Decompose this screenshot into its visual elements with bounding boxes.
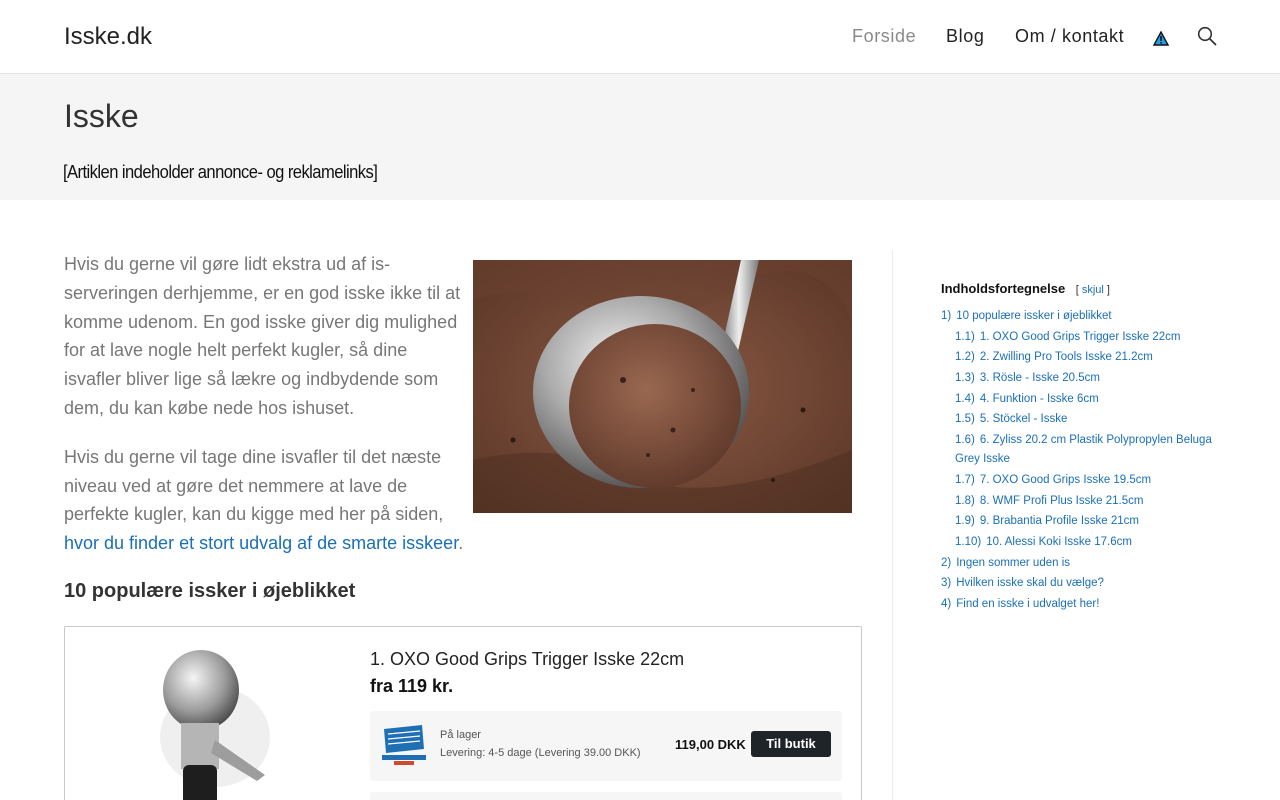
- toc-item-number: 1): [941, 310, 952, 322]
- toc-item-link[interactable]: 1. OXO Good Grips Trigger Isske 22cm: [980, 331, 1181, 343]
- toc-toggle-open: [: [1075, 284, 1079, 296]
- toc-item[interactable]: 1.3) 3. Rösle - Isske 20.5cm: [941, 369, 1221, 388]
- toc-item-number: 1.5): [955, 413, 975, 426]
- toc-item-link[interactable]: Hvilken isske skal du vælge?: [956, 577, 1104, 589]
- toc-item-link[interactable]: Find en isske i udvalget her!: [956, 598, 1099, 610]
- search-icon[interactable]: [1197, 26, 1217, 46]
- toc-item-number: 1.8): [955, 494, 975, 507]
- toc-item[interactable]: 1.9) 9. Brabantia Profile Isske 21cm: [941, 512, 1221, 531]
- toc-list: 1) 10 populære issker i øjeblikket 1.1) 1.…: [941, 307, 1221, 614]
- toc-item-number: 2): [941, 556, 952, 569]
- nav-item-blog[interactable]: Blog: [946, 26, 984, 47]
- toc-item-link[interactable]: 9. Brabantia Profile Isske 21cm: [980, 515, 1139, 527]
- toc-toggle-close: ]: [1106, 284, 1110, 296]
- offer-row: På lager Levering: 4-5 dage (Levering 39…: [370, 711, 842, 781]
- toc-item-number: 3): [941, 577, 952, 590]
- toc-item[interactable]: 1.4) 4. Funktion - Isske 6cm: [941, 390, 1221, 409]
- toc-item-link[interactable]: 3. Rösle - Isske 20.5cm: [980, 372, 1100, 384]
- toc-item[interactable]: 3) Hvilken isske skal du vælge?: [941, 574, 1221, 593]
- table-of-contents: Indholdsfortegnelse [ skjul ] 1) 10 popul…: [941, 280, 1221, 616]
- toc-item-link[interactable]: 8. WMF Profi Plus Isske 21.5cm: [980, 495, 1144, 507]
- toc-item-number: 1.9): [955, 515, 975, 528]
- toc-item[interactable]: 1.8) 8. WMF Profi Plus Isske 21.5cm: [941, 492, 1221, 511]
- toc-item[interactable]: 4) Find en isske i udvalget her!: [941, 595, 1221, 614]
- product-image[interactable]: [145, 645, 275, 800]
- toc-item-link[interactable]: 4. Funktion - Isske 6cm: [980, 393, 1099, 405]
- intro-paragraph-2-text: Hvis du gerne vil tage dine isvafler til…: [64, 446, 444, 525]
- offer-stock: På lager: [440, 729, 481, 741]
- product-name[interactable]: 1. OXO Good Grips Trigger Isske 22cm: [370, 649, 684, 670]
- intro-paragraph-2-end: .: [458, 533, 464, 554]
- toc-item-link[interactable]: 2. Zwilling Pro Tools Isske 21.2cm: [980, 351, 1153, 363]
- ad-disclaimer: [Artiklen indeholder annonce- og reklame…: [63, 162, 378, 182]
- toc-item-number: 1.10): [955, 535, 982, 548]
- title-band: Isske [Artiklen indeholder annonce- og r…: [0, 74, 1280, 200]
- toc-item-number: 1.4): [955, 392, 975, 405]
- toc-toggle-link[interactable]: skjul: [1082, 284, 1104, 296]
- toc-item-number: 1.3): [955, 372, 975, 385]
- product-price: fra 119 kr.: [370, 676, 454, 696]
- toc-item[interactable]: 1.2) 2. Zwilling Pro Tools Isske 21.2cm: [941, 348, 1221, 367]
- site-title-link[interactable]: Isske.dk: [64, 23, 152, 51]
- intro-paragraph-1: Hvis du gerne vil gøre lidt ekstra ud af…: [64, 254, 461, 418]
- toc-item-link[interactable]: 10 populære issker i øjeblikket: [956, 310, 1111, 322]
- toc-item[interactable]: 1.1) 1. OXO Good Grips Trigger Isske 22cm: [941, 328, 1221, 347]
- toc-item-link[interactable]: Ingen sommer uden is: [956, 557, 1070, 569]
- toc-item-link[interactable]: 5. Stöckel - Isske: [980, 413, 1068, 425]
- shop-logo[interactable]: [380, 723, 428, 767]
- nav-item-om-kontakt[interactable]: Om / kontakt: [1015, 26, 1124, 47]
- warning-triangle-icon[interactable]: [1152, 30, 1170, 46]
- offer-delivery: Levering: 4-5 dage (Levering 39.00 DKK): [440, 747, 641, 759]
- toc-title: Indholdsfortegnelse: [941, 281, 1066, 296]
- offer-price: 119,00 DKK: [675, 737, 746, 752]
- toc-item-link[interactable]: 10. Alessi Koki Isske 17.6cm: [986, 536, 1132, 548]
- site-header: Isske.dk Forside Blog Om / kontakt: [0, 0, 1280, 74]
- toc-toggle-wrap: [ skjul ]: [1076, 284, 1110, 296]
- toc-item-link[interactable]: 6. Zyliss 20.2 cm Plastik Polypropylen B…: [955, 434, 1212, 465]
- til-butik-button[interactable]: Til butik: [751, 731, 831, 757]
- page-title: Isske: [64, 98, 139, 134]
- isske-udvalg-link[interactable]: hvor du finder et stort udvalg af de sma…: [64, 533, 458, 553]
- toc-item[interactable]: 1.7) 7. OXO Good Grips Isske 19.5cm: [941, 471, 1221, 490]
- toc-item[interactable]: 1.10) 10. Alessi Koki Isske 17.6cm: [941, 533, 1221, 552]
- nav-item-forside[interactable]: Forside: [852, 26, 916, 47]
- toc-item-number: 1.2): [955, 351, 975, 364]
- toc-item-number: 1.6): [955, 434, 975, 447]
- toc-item-number: 4): [941, 597, 952, 610]
- ice-cream-scoop-image: [473, 260, 852, 513]
- section-heading: 10 populære issker i øjeblikket: [64, 580, 356, 602]
- toc-item-number: 1.1): [955, 330, 975, 343]
- toc-item[interactable]: 1.6) 6. Zyliss 20.2 cm Plastik Polypropyl…: [941, 431, 1221, 469]
- toc-item[interactable]: 1.5) 5. Stöckel - Isske: [941, 410, 1221, 429]
- toc-item-link[interactable]: 7. OXO Good Grips Isske 19.5cm: [980, 474, 1151, 486]
- intro-text: Hvis du gerne vil gøre lidt ekstra ud af…: [64, 250, 464, 578]
- product-card: 1. OXO Good Grips Trigger Isske 22cm fra…: [64, 626, 862, 800]
- sidebar-divider: [892, 250, 893, 800]
- toc-item[interactable]: 1) 10 populære issker i øjeblikket: [941, 307, 1221, 326]
- intro-paragraph-2: Hvis du gerne vil tage dine isvafler til…: [64, 443, 464, 558]
- toc-item-number: 1.7): [955, 473, 975, 486]
- offer-row-2: [370, 792, 842, 800]
- toc-item[interactable]: 2) Ingen sommer uden is: [941, 554, 1221, 573]
